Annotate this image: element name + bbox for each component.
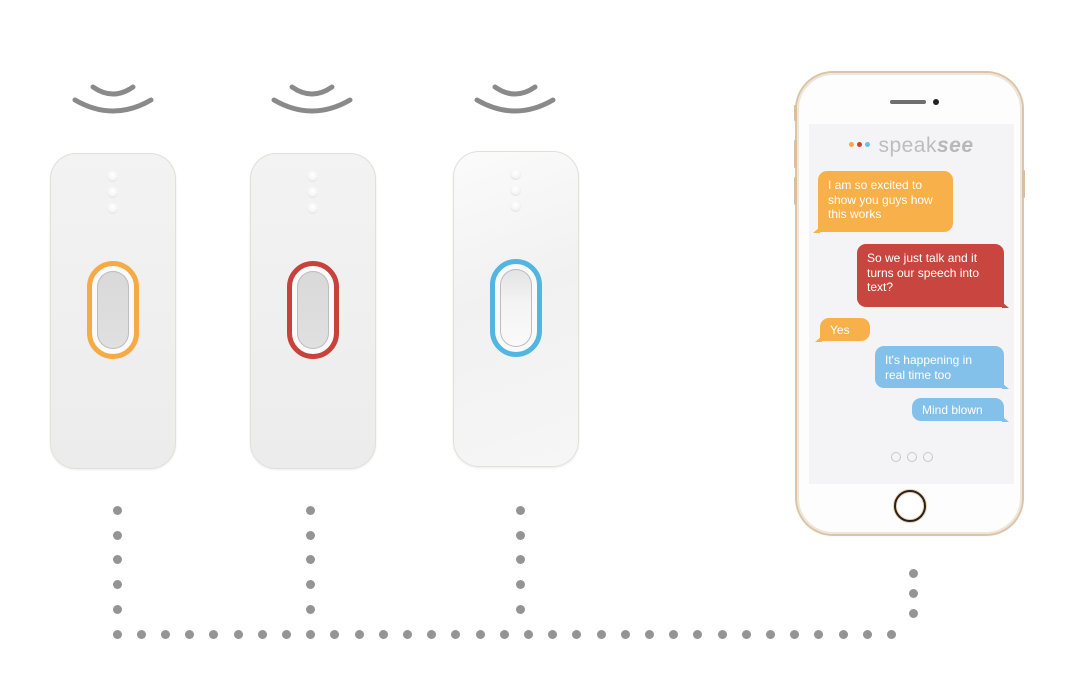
power-button xyxy=(1022,170,1025,198)
mic-hole xyxy=(307,171,318,182)
wireless-signal-icon xyxy=(72,84,154,114)
connector-dot xyxy=(305,530,315,540)
device-blue xyxy=(453,151,579,467)
logo-text-bold: see xyxy=(937,134,974,157)
earpiece-speaker xyxy=(890,100,926,104)
connector-dot xyxy=(112,604,122,614)
connector-dot xyxy=(908,608,918,618)
device-button[interactable] xyxy=(87,261,139,359)
connector-dot xyxy=(765,629,775,639)
home-button[interactable] xyxy=(894,490,926,522)
connector-dot xyxy=(136,629,146,639)
logo-dot xyxy=(865,141,871,147)
connector-dot xyxy=(862,629,872,639)
connector-dot xyxy=(305,579,315,589)
mic-hole xyxy=(107,203,118,214)
connector-dot xyxy=(112,579,122,589)
device-red xyxy=(250,153,376,469)
mic-hole xyxy=(307,187,318,198)
connector-dot xyxy=(257,629,267,639)
connector-dot xyxy=(814,629,824,639)
device-orange xyxy=(50,153,176,469)
message-text: It's happening in real time too xyxy=(885,353,973,382)
connector-dot xyxy=(515,604,525,614)
connector-dot xyxy=(548,629,558,639)
chat-message: Mind blown xyxy=(912,398,1009,422)
connector-dot xyxy=(669,629,679,639)
logo-text-light: speak xyxy=(878,134,937,157)
mic-hole xyxy=(510,201,521,212)
connector-dot xyxy=(908,568,918,578)
volume-up-button xyxy=(794,140,797,168)
connector-dot xyxy=(717,629,727,639)
wireless-signal-icon xyxy=(271,84,353,114)
chat-message: It's happening in real time too xyxy=(875,346,1009,389)
connector-dot xyxy=(402,629,412,639)
connector-dot xyxy=(790,629,800,639)
mic-hole xyxy=(107,187,118,198)
connector-dot xyxy=(305,554,315,564)
connector-dot xyxy=(160,629,170,639)
connector-dot xyxy=(515,530,525,540)
message-text: So we just talk and it turns our speech … xyxy=(867,251,980,294)
connector-dot xyxy=(233,629,243,639)
chat-message: Yes xyxy=(815,318,870,342)
chat-message: I am so excited to show you guys how thi… xyxy=(813,171,953,233)
connector-dot xyxy=(427,629,437,639)
mute-switch xyxy=(794,105,797,121)
device-button[interactable] xyxy=(490,259,542,357)
connector-dot xyxy=(112,505,122,515)
mic-hole xyxy=(510,169,521,180)
connector-dot xyxy=(185,629,195,639)
app-logo: speaksee xyxy=(809,134,1014,158)
connector-dot xyxy=(620,629,630,639)
wireless-signal-icon xyxy=(474,84,556,114)
message-text: Yes xyxy=(830,323,850,337)
connector-dot xyxy=(354,629,364,639)
connector-dot xyxy=(515,554,525,564)
connector-dot xyxy=(741,629,751,639)
connector-dot xyxy=(886,629,896,639)
connector-dot xyxy=(112,554,122,564)
connector-dot xyxy=(596,629,606,639)
typing-dot xyxy=(890,452,901,462)
chat-message: So we just talk and it turns our speech … xyxy=(857,244,1009,308)
device-button[interactable] xyxy=(287,261,339,359)
typing-indicator xyxy=(809,452,1014,462)
connector-dot xyxy=(209,629,219,639)
message-text: Mind blown xyxy=(922,403,983,417)
mic-hole xyxy=(510,185,521,196)
connector-dot xyxy=(305,505,315,515)
connector-dot xyxy=(908,588,918,598)
front-camera xyxy=(933,99,939,105)
volume-down-button xyxy=(794,177,797,205)
connector-dot xyxy=(838,629,848,639)
connector-dot xyxy=(451,629,461,639)
connector-dot xyxy=(515,505,525,515)
connector-dot xyxy=(330,629,340,639)
connector-dot xyxy=(475,629,485,639)
connector-dot xyxy=(644,629,654,639)
connector-dot xyxy=(112,629,122,639)
connector-dot xyxy=(515,579,525,589)
connector-dot xyxy=(523,629,533,639)
mic-hole xyxy=(307,203,318,214)
smartphone: speaksee I am so excited to show you guy… xyxy=(794,73,1025,534)
connector-dot xyxy=(572,629,582,639)
connector-dot xyxy=(281,629,291,639)
logo-dot xyxy=(857,141,863,147)
typing-dot xyxy=(922,452,933,462)
connector-dot xyxy=(693,629,703,639)
message-text: I am so excited to show you guys how thi… xyxy=(828,178,933,221)
connector-dot xyxy=(306,629,316,639)
phone-screen: speaksee I am so excited to show you guy… xyxy=(809,124,1014,484)
connector-dot xyxy=(499,629,509,639)
logo-dot xyxy=(849,141,855,147)
mic-hole xyxy=(107,171,118,182)
connector-dot xyxy=(378,629,388,639)
typing-dot xyxy=(906,452,917,462)
connector-dot xyxy=(112,530,122,540)
connector-dot xyxy=(305,604,315,614)
